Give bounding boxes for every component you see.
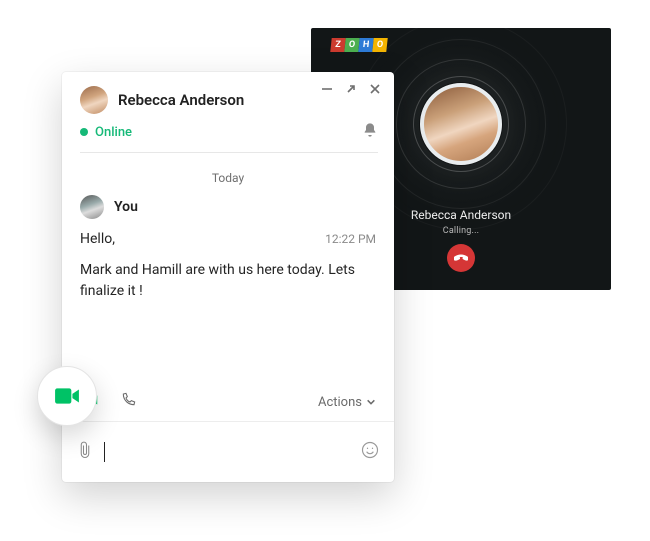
window-controls xyxy=(320,82,382,96)
message-text: Mark and Hamill are with us here today. … xyxy=(80,260,376,302)
date-separator: Today xyxy=(62,159,394,195)
minimize-button[interactable] xyxy=(320,82,334,96)
bell-icon xyxy=(362,122,378,138)
phone-hangup-icon xyxy=(454,251,468,265)
message-input[interactable] xyxy=(105,438,360,466)
minimize-icon xyxy=(321,83,333,95)
divider xyxy=(80,152,378,153)
paperclip-icon xyxy=(76,439,94,461)
sender-label: You xyxy=(114,199,138,215)
chat-body: You Hello, 12:22 PM Mark and Hamill are … xyxy=(62,195,394,383)
contact-name: Rebecca Anderson xyxy=(118,91,244,109)
message-input-row xyxy=(62,421,394,482)
presence-dot-icon xyxy=(80,128,88,136)
audio-call-button[interactable] xyxy=(120,392,136,412)
smile-icon xyxy=(360,440,380,460)
expand-button[interactable] xyxy=(344,82,358,96)
actions-menu[interactable]: Actions xyxy=(318,395,376,410)
message-text: Hello, xyxy=(80,229,115,250)
chat-window: Rebecca Anderson Online xyxy=(62,72,394,482)
presence: Online xyxy=(80,125,132,140)
chat-header: Rebecca Anderson Online xyxy=(62,72,394,159)
phone-icon xyxy=(120,392,136,408)
video-icon xyxy=(54,386,80,406)
call-avatar xyxy=(420,83,502,165)
hangup-button[interactable] xyxy=(447,244,475,272)
floating-video-button[interactable] xyxy=(37,366,97,426)
close-icon xyxy=(369,83,381,95)
actions-label: Actions xyxy=(318,395,362,410)
actions-row: Actions xyxy=(62,383,394,421)
sender-avatar xyxy=(80,195,104,219)
attach-button[interactable] xyxy=(76,439,94,465)
message-time: 12:22 PM xyxy=(325,232,376,246)
emoji-button[interactable] xyxy=(360,440,380,464)
close-button[interactable] xyxy=(368,82,382,96)
chevron-down-icon xyxy=(366,397,376,407)
presence-label: Online xyxy=(95,125,132,140)
notifications-button[interactable] xyxy=(362,122,378,142)
zoho-logo: Z O H O xyxy=(331,38,387,52)
contact-avatar xyxy=(80,86,108,114)
expand-icon xyxy=(345,83,357,95)
